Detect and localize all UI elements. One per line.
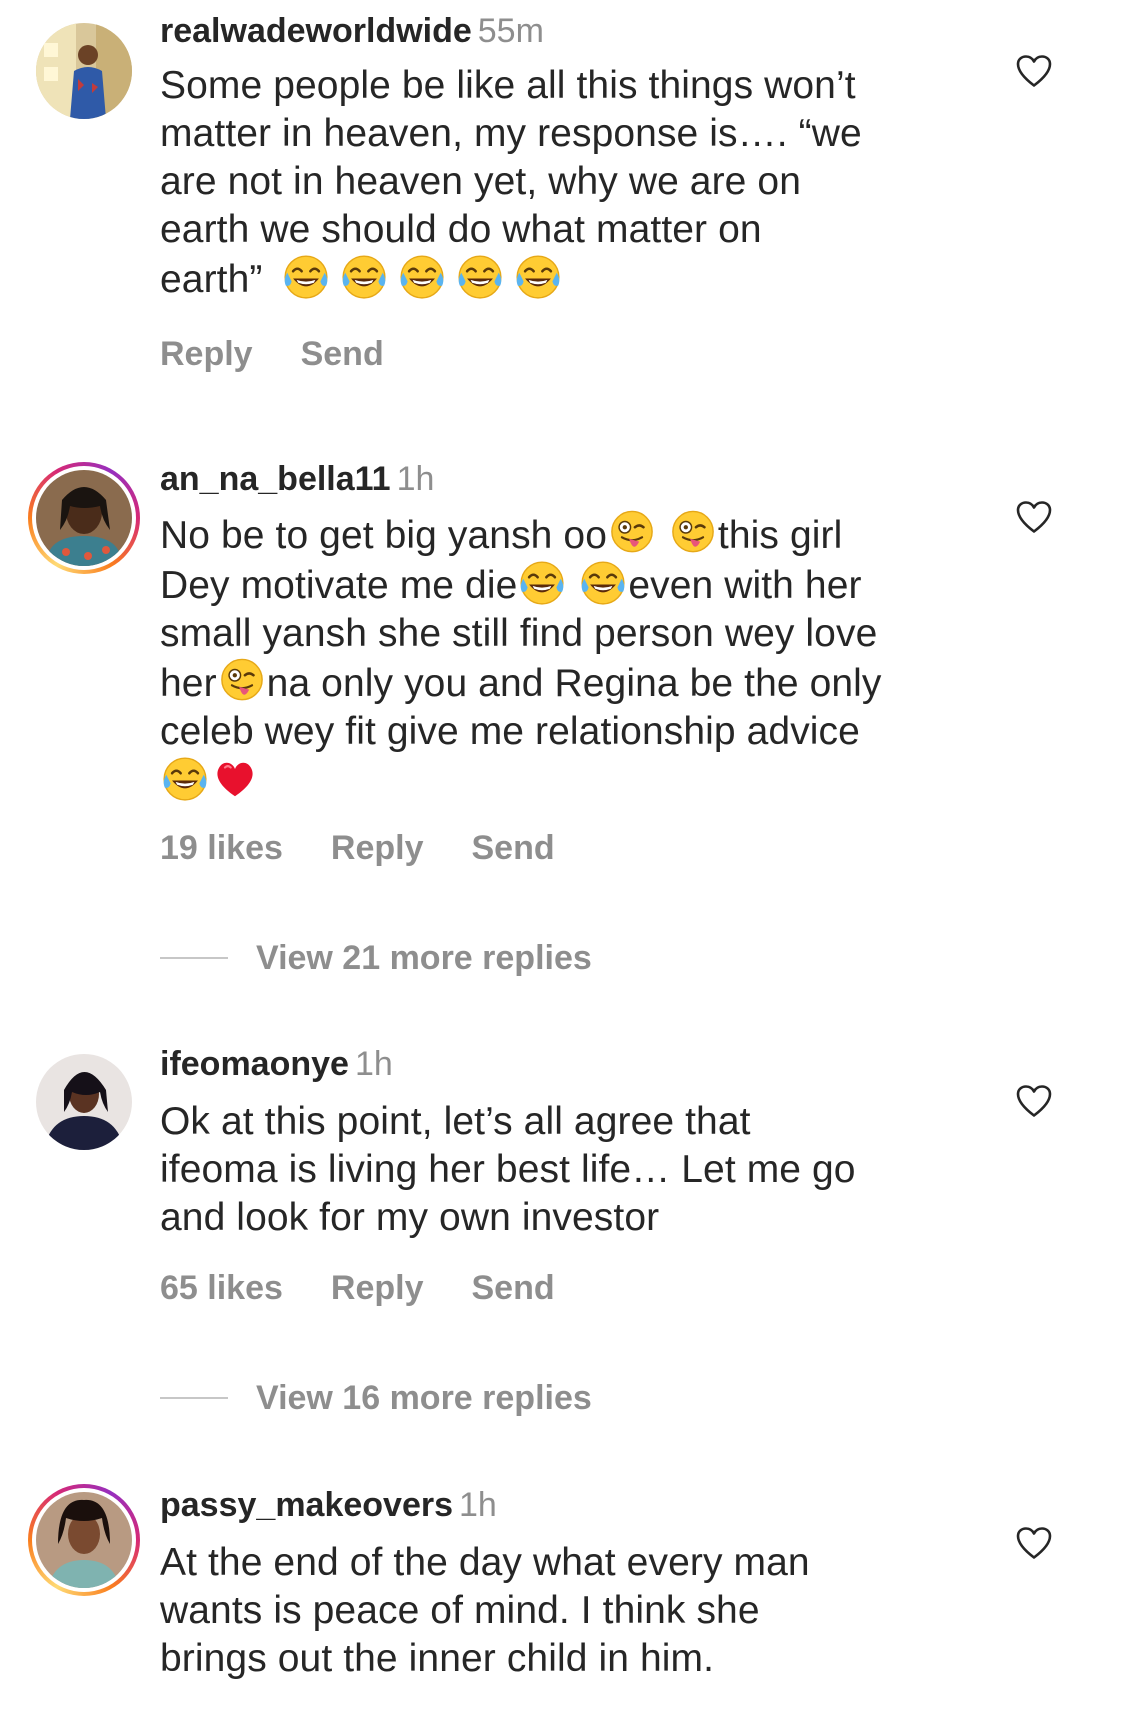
comment-line: No be to get big yansh oo this girl — [160, 510, 960, 560]
like-heart-icon[interactable] — [1016, 1084, 1052, 1118]
view-more-replies-button[interactable]: View 21 more replies — [160, 938, 592, 978]
view-replies-label: View 16 more replies — [256, 1379, 592, 1417]
comment-line: earth” — [160, 254, 960, 304]
comment-line: matter in heaven, my response is…. “we — [160, 112, 862, 155]
comment-line: ifeoma is living her best life… Let me g… — [160, 1148, 856, 1191]
comment-text: Ok at this point, let’s all agree that i… — [160, 1098, 960, 1242]
send-button[interactable]: Send — [301, 335, 384, 373]
comment-line: earth we should do what matter on — [160, 208, 762, 251]
comment-line: wants is peace of mind. I think she — [160, 1589, 760, 1632]
face-with-tears-of-joy-icon — [283, 254, 329, 300]
divider — [160, 1397, 228, 1399]
username[interactable]: an_na_bella11 — [160, 460, 391, 498]
winking-face-with-tongue-icon — [219, 658, 265, 704]
face-with-tears-of-joy-icon — [515, 254, 561, 300]
comment-line-text: na only you and Regina be the only — [266, 662, 882, 705]
avatar-image — [36, 1054, 132, 1150]
comment-line — [160, 756, 960, 806]
face-with-tears-of-joy-icon — [457, 254, 503, 300]
comment-line-text: this girl — [717, 514, 843, 557]
comment-line: Dey motivate me die even with her — [160, 560, 960, 610]
like-heart-icon[interactable] — [1016, 1526, 1052, 1560]
comment-line: Ok at this point, let’s all agree that — [160, 1100, 751, 1143]
comment-line-text: No be to get big yansh oo — [160, 514, 607, 557]
view-more-replies-button[interactable]: View 16 more replies — [160, 1378, 592, 1418]
likes-count[interactable]: 65 likes — [160, 1269, 283, 1307]
comment-time: 1h — [396, 460, 435, 498]
comment-line: celeb wey fit give me relationship advic… — [160, 710, 860, 753]
comment-time: 1h — [459, 1486, 497, 1524]
reply-button[interactable]: Reply — [331, 829, 424, 867]
face-with-tears-of-joy-icon — [341, 254, 387, 300]
avatar-image — [36, 1492, 132, 1588]
comment-header: an_na_bella11 1h — [160, 459, 434, 499]
avatar-image — [36, 23, 132, 119]
winking-face-with-tongue-icon — [670, 510, 716, 556]
comment-actions: 19 likes Reply Send — [160, 828, 603, 868]
comment-line: At the end of the day what every man — [160, 1541, 810, 1584]
reply-button[interactable]: Reply — [331, 1269, 424, 1307]
comment-line-text: even with her — [628, 564, 862, 607]
face-with-tears-of-joy-icon — [399, 254, 445, 300]
like-heart-icon[interactable] — [1016, 54, 1052, 88]
winking-face-with-tongue-icon — [609, 510, 655, 556]
comment-line-text: her — [160, 662, 217, 705]
comment-header: ifeomaonye 1h — [160, 1044, 393, 1084]
red-heart-icon — [212, 756, 258, 802]
username[interactable]: realwadeworldwide — [160, 12, 472, 50]
avatar-image — [36, 470, 132, 566]
comment-line: are not in heaven yet, why we are on — [160, 160, 801, 203]
like-heart-icon[interactable] — [1016, 500, 1052, 534]
view-replies-label: View 21 more replies — [256, 939, 592, 977]
comment-time: 55m — [477, 12, 544, 50]
comment-line: her na only you and Regina be the only — [160, 658, 960, 708]
avatar[interactable] — [28, 15, 140, 127]
comment-line: brings out the inner child in him. — [160, 1637, 715, 1680]
comment-line-text: earth” — [160, 258, 263, 301]
face-with-tears-of-joy-icon — [162, 756, 208, 802]
comment-line: Some people be like all this things won’… — [160, 64, 856, 107]
send-button[interactable]: Send — [471, 829, 554, 867]
divider — [160, 957, 228, 959]
comment-text: Some people be like all this things won’… — [160, 62, 960, 304]
reply-button[interactable]: Reply — [160, 335, 253, 373]
comment-actions: Reply Send — [160, 334, 432, 374]
comment-time: 1h — [354, 1045, 393, 1083]
send-button[interactable]: Send — [471, 1269, 554, 1307]
username[interactable]: ifeomaonye — [160, 1045, 349, 1083]
comment-header: passy_makeovers 1h — [160, 1485, 497, 1525]
face-with-tears-of-joy-icon — [580, 560, 626, 606]
comment-header: realwadeworldwide 55m — [160, 11, 544, 51]
likes-count[interactable]: 19 likes — [160, 829, 283, 867]
avatar[interactable] — [28, 1046, 140, 1158]
avatar[interactable] — [28, 1484, 140, 1596]
face-with-tears-of-joy-icon — [519, 560, 565, 606]
avatar[interactable] — [28, 462, 140, 574]
username[interactable]: passy_makeovers — [160, 1486, 453, 1524]
comment-line: small yansh she still find person wey lo… — [160, 612, 878, 655]
comment-text: At the end of the day what every man wan… — [160, 1539, 960, 1683]
comment-line-text: Dey motivate me die — [160, 564, 518, 607]
comment-line: and look for my own investor — [160, 1196, 660, 1239]
comment-text: No be to get big yansh oo this girl Dey … — [160, 510, 960, 806]
comment-actions: 65 likes Reply Send — [160, 1268, 603, 1308]
comments-list: realwadeworldwide 55m Some people be like… — [0, 0, 1125, 1714]
